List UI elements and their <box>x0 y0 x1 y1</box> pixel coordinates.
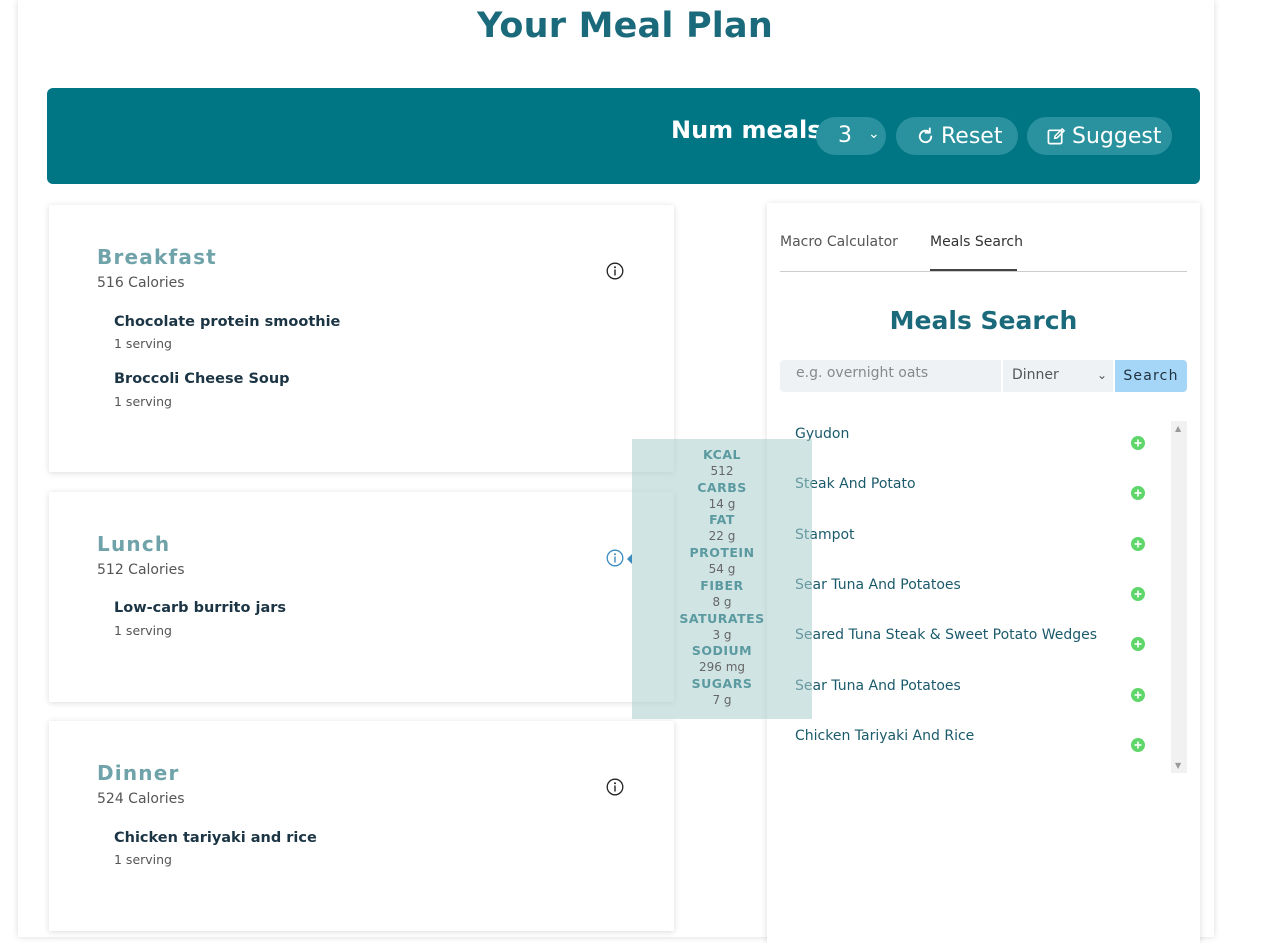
nutrient-label: SATURATES <box>679 611 765 626</box>
active-tab-indicator <box>930 269 1017 271</box>
food-item-name[interactable]: Chicken tariyaki and rice <box>114 830 317 846</box>
nutrient-value: 8 g <box>712 595 732 609</box>
meal-card-breakfast: Breakfast 516 Calories Chocolate protein… <box>49 205 674 472</box>
nutrient-label: PROTEIN <box>689 545 755 560</box>
meal-type-select[interactable]: Dinner ⌄ <box>1003 360 1113 392</box>
food-item-name[interactable]: Low-carb burrito jars <box>114 600 286 616</box>
nutrient-value: 3 g <box>712 628 732 642</box>
food-item-serving: 1 serving <box>114 394 172 409</box>
result-item-name[interactable]: Sear Tuna And Potatoes <box>795 678 961 694</box>
edit-icon <box>1047 127 1065 144</box>
info-icon[interactable] <box>606 262 624 280</box>
nutrient-label: SODIUM <box>691 643 753 658</box>
meal-calories: 516 Calories <box>97 275 185 291</box>
tab-macro-calculator[interactable]: Macro Calculator <box>780 234 898 250</box>
nutrient-label: FAT <box>709 512 735 527</box>
add-icon[interactable] <box>1131 738 1145 752</box>
food-item-serving: 1 serving <box>114 336 172 351</box>
num-meals-label: Num meals: <box>671 116 832 144</box>
food-item-name[interactable]: Broccoli Cheese Soup <box>114 371 290 387</box>
add-icon[interactable] <box>1131 486 1145 500</box>
search-button[interactable]: Search <box>1115 360 1187 392</box>
nutrient-label: KCAL <box>703 447 741 462</box>
meals-search-title: Meals Search <box>889 306 1078 335</box>
meal-name: Breakfast <box>97 245 217 269</box>
food-item-serving: 1 serving <box>114 852 172 867</box>
page-title: Your Meal Plan <box>477 6 773 46</box>
scroll-down-arrow-icon[interactable]: ▼ <box>1175 761 1181 770</box>
suggest-button[interactable]: Suggest <box>1027 117 1172 155</box>
nutrition-popover: KCAL 512 CARBS 14 g FAT 22 g PROTEIN 54 … <box>627 439 812 719</box>
food-item-name[interactable]: Chocolate protein smoothie <box>114 314 340 330</box>
info-icon[interactable] <box>606 549 624 567</box>
search-results-list: Gyudon Steak And Potato Stampot Sear Tun… <box>780 421 1187 773</box>
meal-name: Dinner <box>97 761 180 785</box>
add-icon[interactable] <box>1131 637 1145 651</box>
nutrient-value: 296 mg <box>698 660 746 674</box>
meal-plan-toolbar: Num meals: 3 ⌄ Reset Suggest <box>47 88 1200 184</box>
tab-meals-search[interactable]: Meals Search <box>930 234 1023 250</box>
nutrient-value: 512 <box>710 464 734 478</box>
chevron-down-icon: ⌄ <box>868 126 880 142</box>
result-item-name[interactable]: Seared Tuna Steak & Sweet Potato Wedges <box>795 627 1097 643</box>
chevron-down-icon: ⌄ <box>1097 368 1108 382</box>
info-icon[interactable] <box>606 778 624 796</box>
result-item-name[interactable]: Sear Tuna And Potatoes <box>795 577 961 593</box>
scroll-up-arrow-icon[interactable]: ▲ <box>1175 424 1181 433</box>
meal-search-input[interactable]: e.g. overnight oats <box>780 360 1001 392</box>
nutrient-label: FIBER <box>700 578 744 593</box>
meal-type-value: Dinner <box>1012 367 1059 383</box>
add-icon[interactable] <box>1131 587 1145 601</box>
meal-card-dinner: Dinner 524 Calories Chicken tariyaki and… <box>49 721 674 931</box>
suggest-label: Suggest <box>1072 123 1162 149</box>
add-icon[interactable] <box>1131 436 1145 450</box>
side-panel: Macro Calculator Meals Search Meals Sear… <box>767 203 1200 943</box>
num-meals-value: 3 <box>838 123 852 148</box>
food-item-serving: 1 serving <box>114 623 172 638</box>
reset-button[interactable]: Reset <box>896 117 1018 155</box>
result-item-name[interactable]: Chicken Tariyaki And Rice <box>795 728 974 744</box>
refresh-icon <box>918 126 933 143</box>
meal-calories: 524 Calories <box>97 791 185 807</box>
tabs-divider <box>780 271 1187 272</box>
nutrient-value: 14 g <box>708 497 736 511</box>
add-icon[interactable] <box>1131 688 1145 702</box>
nutrient-value: 7 g <box>712 693 732 707</box>
result-item-name[interactable]: Steak And Potato <box>795 476 916 492</box>
results-scrollbar[interactable]: ▲ ▼ <box>1171 421 1187 773</box>
nutrient-value: 22 g <box>708 529 736 543</box>
num-meals-select[interactable]: 3 ⌄ <box>816 117 886 155</box>
nutrient-label: CARBS <box>697 480 747 495</box>
meal-card-lunch: Lunch 512 Calories Low-carb burrito jars… <box>49 492 674 702</box>
reset-label: Reset <box>941 123 1003 149</box>
meal-calories: 512 Calories <box>97 562 185 578</box>
nutrient-label: SUGARS <box>691 676 753 691</box>
meal-name: Lunch <box>97 532 171 556</box>
add-icon[interactable] <box>1131 537 1145 551</box>
nutrient-value: 54 g <box>708 562 736 576</box>
